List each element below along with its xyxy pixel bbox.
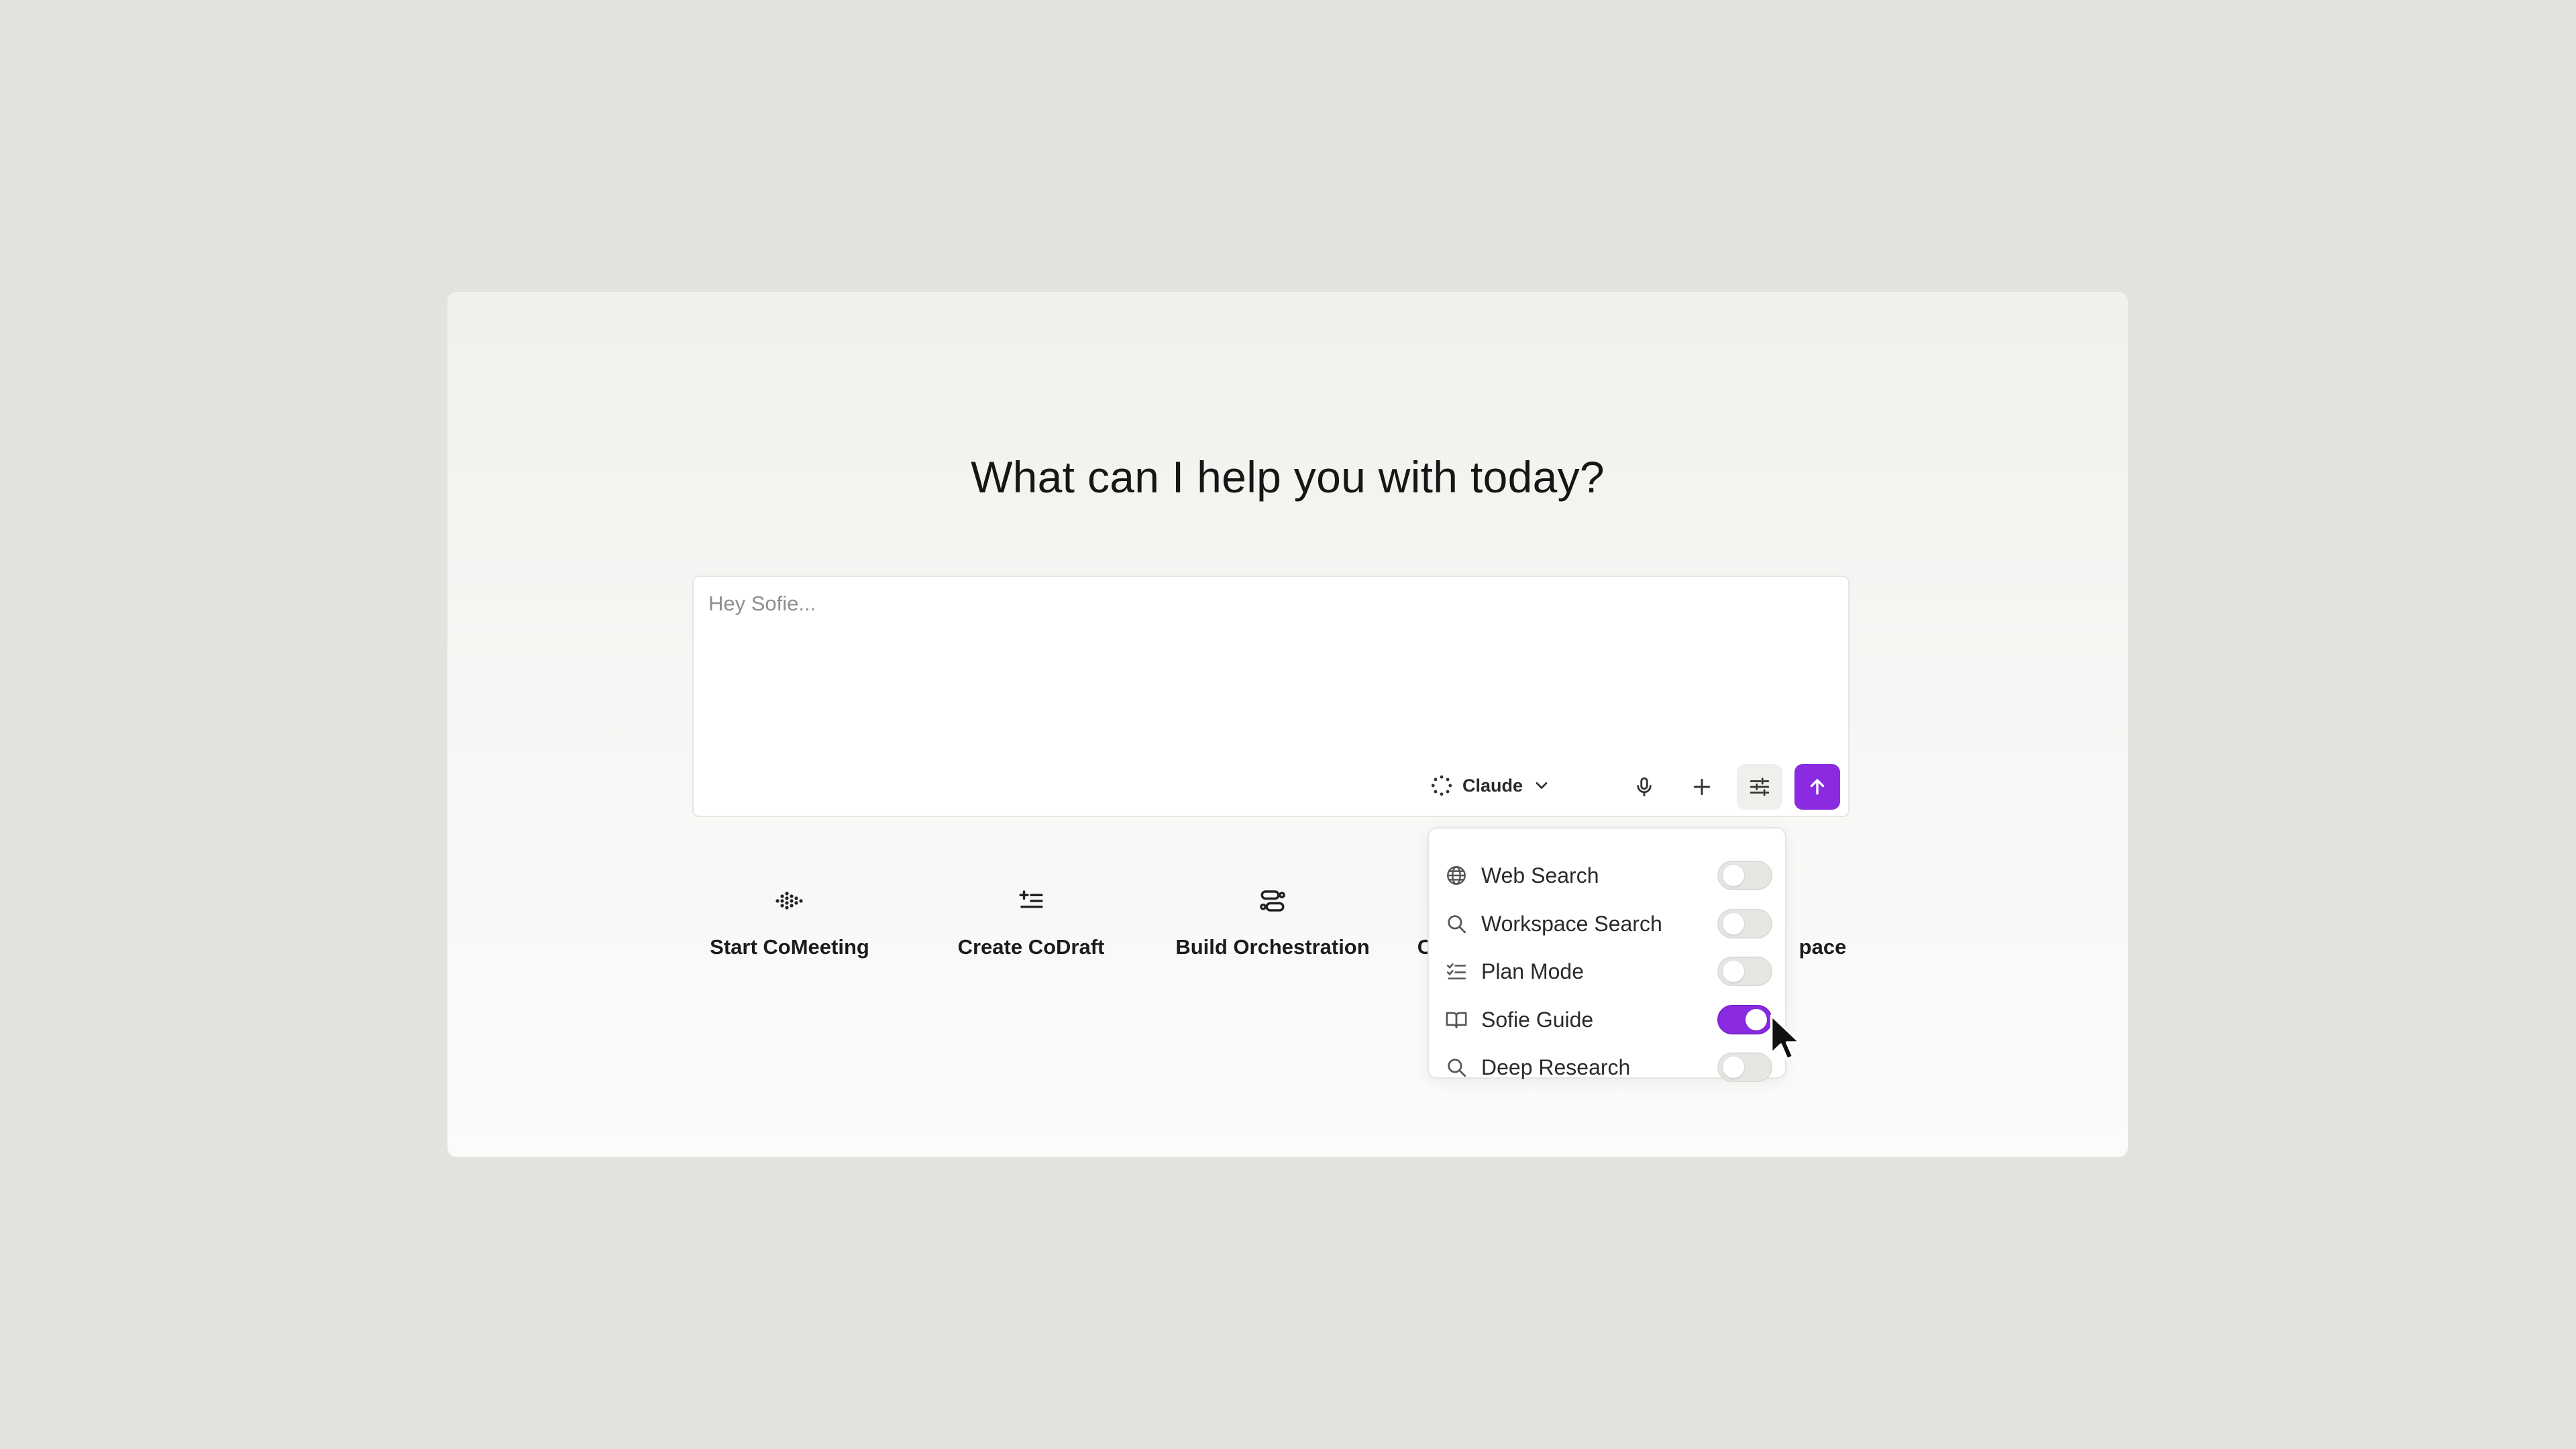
send-button[interactable] bbox=[1794, 764, 1840, 810]
workspace-search-toggle[interactable] bbox=[1717, 909, 1772, 938]
equalizer-dots-icon bbox=[775, 892, 803, 910]
menu-item-web-search[interactable]: Web Search bbox=[1444, 855, 1772, 896]
arrow-up-icon bbox=[1810, 779, 1825, 795]
add-list-icon bbox=[1019, 890, 1043, 908]
chevron-down-icon bbox=[1536, 782, 1548, 789]
create-codraft-button[interactable]: Create CoDraft bbox=[951, 887, 1112, 959]
prompt-input[interactable] bbox=[708, 592, 1829, 719]
microphone-icon bbox=[1637, 777, 1652, 797]
tools-settings-button[interactable] bbox=[1737, 764, 1782, 810]
action-label: Create CoDraft bbox=[957, 935, 1105, 959]
mouse-cursor-icon bbox=[1770, 1014, 1801, 1061]
model-label: Claude bbox=[1462, 775, 1523, 796]
build-orchestration-button[interactable]: Build Orchestration bbox=[1172, 887, 1373, 959]
menu-item-deep-research[interactable]: Deep Research bbox=[1444, 1047, 1772, 1087]
plan-mode-toggle[interactable] bbox=[1717, 957, 1772, 986]
deep-research-toggle[interactable] bbox=[1717, 1053, 1772, 1082]
start-comeeting-button[interactable]: Start CoMeeting bbox=[709, 887, 870, 959]
menu-item-label: Plan Mode bbox=[1481, 959, 1584, 983]
tools-menu: Web Search Workspace Search Plan Mode So… bbox=[1428, 827, 1786, 1082]
sofie-guide-toggle[interactable] bbox=[1717, 1005, 1772, 1034]
menu-item-label: Sofie Guide bbox=[1481, 1007, 1594, 1032]
globe-icon bbox=[1447, 866, 1466, 885]
action-label: Build Orchestration bbox=[1175, 935, 1370, 959]
menu-item-label: Web Search bbox=[1481, 863, 1599, 888]
search-icon bbox=[1448, 915, 1466, 934]
partially-hidden-workspace-action[interactable]: pace bbox=[1789, 887, 1856, 959]
menu-item-workspace-search[interactable]: Workspace Search bbox=[1444, 904, 1772, 944]
action-label: pace bbox=[1799, 935, 1847, 959]
book-icon bbox=[1446, 1012, 1467, 1028]
action-label: Start CoMeeting bbox=[710, 935, 869, 959]
plus-icon bbox=[1693, 778, 1711, 796]
web-search-toggle[interactable] bbox=[1717, 861, 1772, 890]
loading-dots-icon bbox=[1431, 775, 1452, 796]
search-icon bbox=[1448, 1059, 1466, 1077]
sliders-icon bbox=[1750, 777, 1770, 796]
add-button[interactable] bbox=[1679, 764, 1725, 810]
model-selector[interactable]: Claude bbox=[1424, 765, 1558, 806]
microphone-button[interactable] bbox=[1621, 764, 1667, 810]
menu-item-label: Deep Research bbox=[1481, 1055, 1631, 1079]
menu-item-label: Workspace Search bbox=[1481, 911, 1662, 936]
page-title: What can I help you with today? bbox=[971, 452, 1605, 502]
main-panel: What can I help you with today? Claude bbox=[447, 292, 2128, 1157]
workflow-icon bbox=[1260, 890, 1285, 912]
menu-item-plan-mode[interactable]: Plan Mode bbox=[1444, 951, 1772, 991]
checklist-icon bbox=[1446, 963, 1466, 979]
composer: Claude bbox=[692, 576, 1849, 817]
menu-item-sofie-guide[interactable]: Sofie Guide bbox=[1444, 1000, 1772, 1040]
